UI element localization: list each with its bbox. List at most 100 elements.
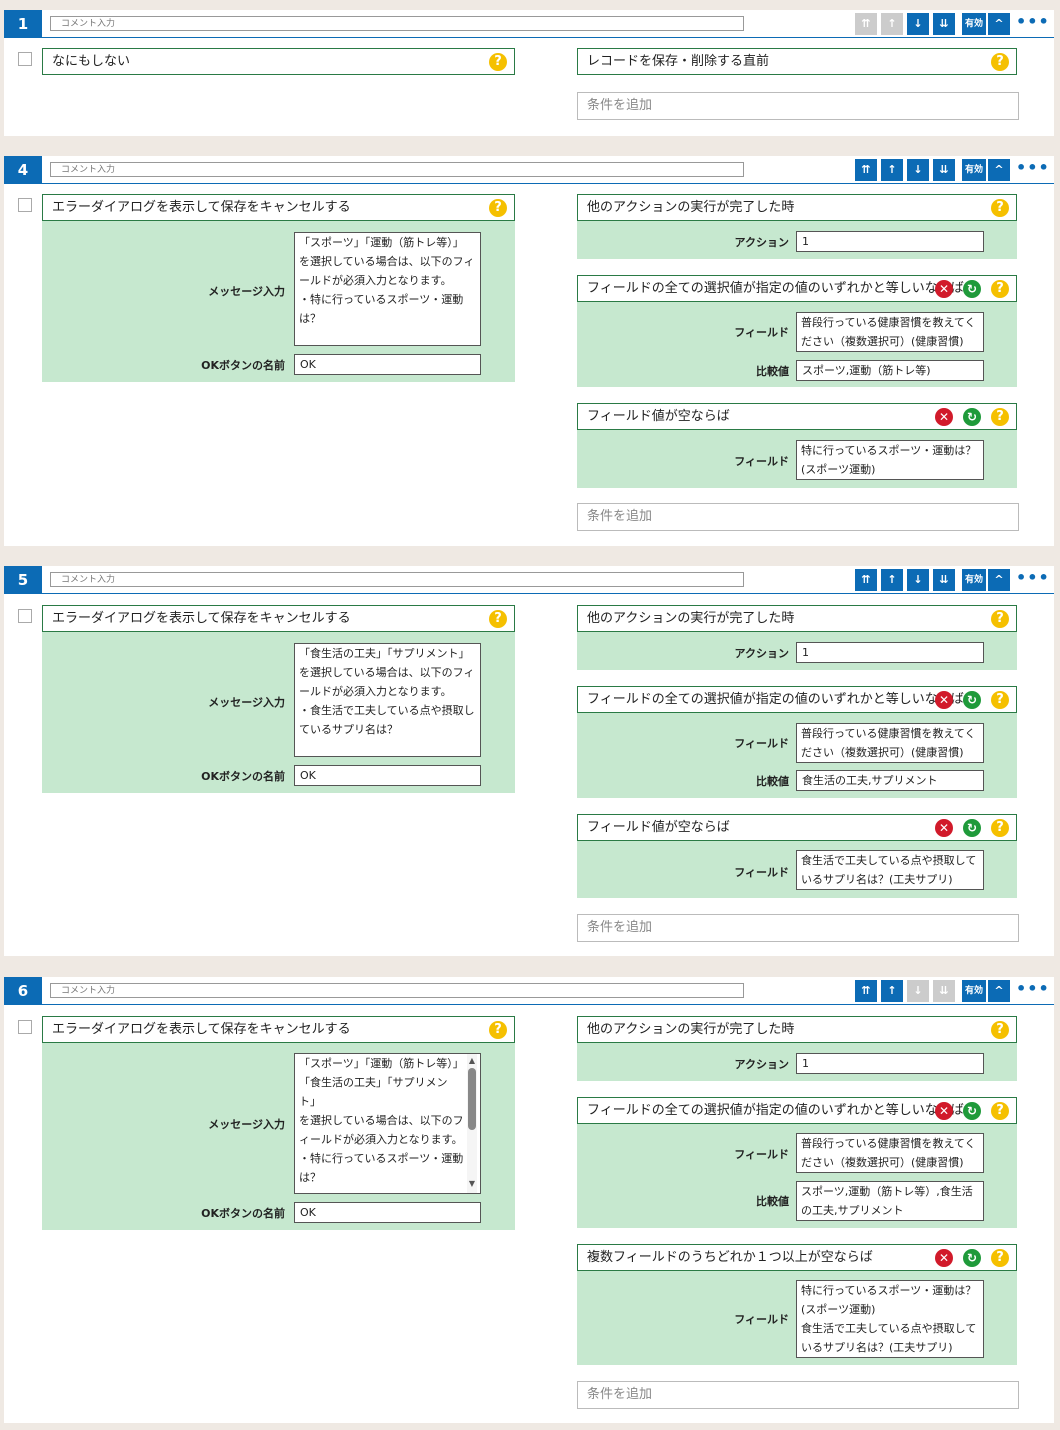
collapse-button[interactable]: ^ [988, 980, 1010, 1002]
more-options-icon[interactable]: ••• [1016, 569, 1049, 591]
enabled-toggle[interactable]: 有効 [962, 13, 986, 35]
delete-condition-icon[interactable]: ✕ [935, 280, 953, 298]
move-bottom-button[interactable]: ⇊ [933, 980, 955, 1002]
field-select[interactable]: 食生活で工夫している点や摂取しているサプリ名は？(工夫サプリ) [796, 850, 984, 890]
move-up-button[interactable]: ↑ [881, 569, 903, 591]
help-icon[interactable]: ? [489, 53, 507, 71]
ok-button-name-input[interactable]: OK [294, 765, 481, 786]
enabled-toggle[interactable]: 有効 [962, 159, 986, 181]
collapse-button[interactable]: ^ [988, 13, 1010, 35]
field-select[interactable]: 普段行っている健康習慣を教えてください（複数選択可）(健康習慣) [796, 1133, 984, 1173]
move-bottom-button[interactable]: ⇊ [933, 569, 955, 591]
scrollbar-thumb[interactable] [468, 1068, 476, 1130]
trigger-title[interactable]: 他のアクションの実行が完了した時 [577, 1016, 1017, 1043]
move-top-button[interactable]: ⇈ [855, 980, 877, 1002]
compare-value-input[interactable]: スポーツ,運動（筋トレ等) [796, 360, 984, 381]
comment-input[interactable]: コメント入力 [50, 983, 744, 998]
delete-condition-icon[interactable]: ✕ [935, 408, 953, 426]
help-icon[interactable]: ? [991, 819, 1009, 837]
select-checkbox[interactable] [18, 1020, 32, 1034]
select-checkbox[interactable] [18, 198, 32, 212]
action-number-input[interactable]: 1 [796, 1053, 984, 1074]
help-icon[interactable]: ? [489, 199, 507, 217]
trigger-settings: アクション 1 [577, 221, 1017, 259]
add-condition-input[interactable]: 条件を追加 [577, 92, 1019, 120]
move-bottom-button[interactable]: ⇊ [933, 13, 955, 35]
move-up-button[interactable]: ↑ [881, 980, 903, 1002]
help-icon[interactable]: ? [991, 53, 1009, 71]
refresh-condition-icon[interactable]: ↻ [963, 408, 981, 426]
move-down-button[interactable]: ↓ [907, 980, 929, 1002]
compare-value-input[interactable]: スポーツ,運動（筋トレ等）,食生活の工夫,サプリメント [796, 1181, 984, 1221]
action-number-input[interactable]: 1 [796, 231, 984, 252]
trigger-title[interactable]: 他のアクションの実行が完了した時 [577, 605, 1017, 632]
help-icon[interactable]: ? [991, 280, 1009, 298]
refresh-condition-icon[interactable]: ↻ [963, 1249, 981, 1267]
ok-button-name-input[interactable]: OK [294, 354, 481, 375]
select-checkbox[interactable] [18, 52, 32, 66]
message-textarea[interactable]: 「スポーツ」「運動（筋トレ等）」 「食生活の工夫」「サプリメント」 を選択してい… [294, 1053, 481, 1194]
move-down-button[interactable]: ↓ [907, 13, 929, 35]
compare-value-input[interactable]: 食生活の工夫,サプリメント [796, 770, 984, 791]
field-select[interactable]: 普段行っている健康習慣を教えてください（複数選択可）(健康習慣) [796, 312, 984, 352]
action-title[interactable]: エラーダイアログを表示して保存をキャンセルする [42, 605, 515, 632]
scroll-up-icon[interactable]: ▲ [467, 1056, 477, 1066]
comment-input[interactable]: コメント入力 [50, 162, 744, 177]
move-top-button[interactable]: ⇈ [855, 13, 877, 35]
rule-number: 6 [4, 977, 42, 1005]
ok-button-name-input[interactable]: OK [294, 1202, 481, 1223]
move-top-button[interactable]: ⇈ [855, 159, 877, 181]
condition-label: フィールド値が空ならば [587, 820, 730, 835]
more-options-icon[interactable]: ••• [1016, 980, 1049, 1002]
enabled-toggle[interactable]: 有効 [962, 569, 986, 591]
move-up-button[interactable]: ↑ [881, 13, 903, 35]
refresh-condition-icon[interactable]: ↻ [963, 691, 981, 709]
field-select[interactable]: 普段行っている健康習慣を教えてください（複数選択可）(健康習慣) [796, 723, 984, 763]
delete-condition-icon[interactable]: ✕ [935, 819, 953, 837]
field-select[interactable]: 特に行っているスポーツ・運動は？(スポーツ運動) [796, 440, 984, 480]
comment-input[interactable]: コメント入力 [50, 16, 744, 31]
trigger-title[interactable]: 他のアクションの実行が完了した時 [577, 194, 1017, 221]
help-icon[interactable]: ? [991, 199, 1009, 217]
action-title[interactable]: エラーダイアログを表示して保存をキャンセルする [42, 194, 515, 221]
help-icon[interactable]: ? [991, 610, 1009, 628]
more-options-icon[interactable]: ••• [1016, 13, 1049, 35]
delete-condition-icon[interactable]: ✕ [935, 1249, 953, 1267]
move-down-button[interactable]: ↓ [907, 159, 929, 181]
refresh-condition-icon[interactable]: ↻ [963, 280, 981, 298]
delete-condition-icon[interactable]: ✕ [935, 691, 953, 709]
more-options-icon[interactable]: ••• [1016, 159, 1049, 181]
help-icon[interactable]: ? [489, 1021, 507, 1039]
move-bottom-button[interactable]: ⇊ [933, 159, 955, 181]
comment-input[interactable]: コメント入力 [50, 572, 744, 587]
enabled-toggle[interactable]: 有効 [962, 980, 986, 1002]
message-label: メッセージ入力 [208, 696, 285, 709]
select-checkbox[interactable] [18, 609, 32, 623]
collapse-button[interactable]: ^ [988, 159, 1010, 181]
message-textarea[interactable]: 「食生活の工夫」「サプリメント」 を選択している場合は、以下のフィールドが必須入… [294, 643, 481, 757]
collapse-button[interactable]: ^ [988, 569, 1010, 591]
help-icon[interactable]: ? [991, 691, 1009, 709]
trigger-title[interactable]: レコードを保存・削除する直前 [577, 48, 1017, 75]
help-icon[interactable]: ? [489, 610, 507, 628]
add-condition-input[interactable]: 条件を追加 [577, 503, 1019, 531]
refresh-condition-icon[interactable]: ↻ [963, 819, 981, 837]
action-number-input[interactable]: 1 [796, 642, 984, 663]
add-condition-input[interactable]: 条件を追加 [577, 1381, 1019, 1409]
action-title[interactable]: エラーダイアログを表示して保存をキャンセルする [42, 1016, 515, 1043]
help-icon[interactable]: ? [991, 1249, 1009, 1267]
message-textarea[interactable]: 「スポーツ」「運動（筋トレ等）」 を選択している場合は、以下のフィールドが必須入… [294, 232, 481, 346]
help-icon[interactable]: ? [991, 1021, 1009, 1039]
move-top-button[interactable]: ⇈ [855, 569, 877, 591]
add-condition-input[interactable]: 条件を追加 [577, 914, 1019, 942]
refresh-condition-icon[interactable]: ↻ [963, 1102, 981, 1120]
trigger-label: 他のアクションの実行が完了した時 [587, 1022, 795, 1037]
move-up-button[interactable]: ↑ [881, 159, 903, 181]
scroll-down-icon[interactable]: ▼ [467, 1179, 477, 1189]
move-down-button[interactable]: ↓ [907, 569, 929, 591]
field-select[interactable]: 特に行っているスポーツ・運動は？(スポーツ運動) 食生活で工夫している点や摂取し… [796, 1280, 984, 1358]
delete-condition-icon[interactable]: ✕ [935, 1102, 953, 1120]
action-title[interactable]: なにもしない [42, 48, 515, 75]
help-icon[interactable]: ? [991, 1102, 1009, 1120]
help-icon[interactable]: ? [991, 408, 1009, 426]
